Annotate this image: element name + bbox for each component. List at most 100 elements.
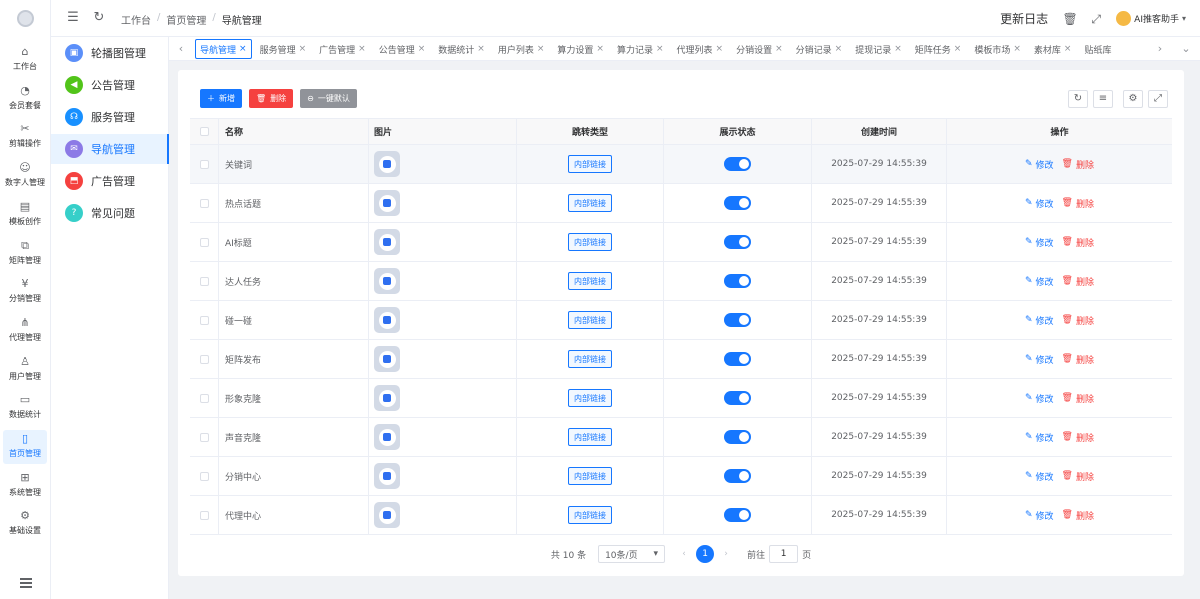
delete-button[interactable]: 🗑 删除 bbox=[1062, 314, 1094, 327]
density-icon[interactable]: ≡ bbox=[1093, 90, 1113, 108]
tab[interactable]: 分销记录 × bbox=[791, 39, 848, 59]
sidebar-item[interactable]: ⚙ 基础设置 bbox=[3, 507, 47, 541]
display-toggle[interactable] bbox=[724, 352, 751, 366]
close-icon[interactable]: × bbox=[477, 44, 485, 54]
select-all-checkbox[interactable] bbox=[199, 127, 209, 136]
tab[interactable]: 提现记录 × bbox=[850, 39, 907, 59]
edit-button[interactable]: ✎ 修改 bbox=[1025, 197, 1054, 210]
tab[interactable]: 素材库 × bbox=[1029, 39, 1077, 59]
row-checkbox[interactable] bbox=[199, 276, 209, 286]
edit-button[interactable]: ✎ 修改 bbox=[1025, 275, 1054, 288]
tab-scroll-right-icon[interactable]: › bbox=[1150, 37, 1170, 61]
tab[interactable]: 分销设置 × bbox=[731, 39, 788, 59]
display-toggle[interactable] bbox=[724, 508, 751, 522]
page-number[interactable]: 1 bbox=[696, 545, 715, 563]
refresh-icon[interactable]: ↻ bbox=[1068, 90, 1088, 108]
tab[interactable]: 公告管理 × bbox=[374, 39, 431, 59]
sidebar-item[interactable]: ▯ 首页管理 bbox=[3, 430, 47, 464]
batch-delete-button[interactable]: 🗑 删除 bbox=[249, 89, 294, 108]
submenu-item[interactable]: ? 常见问题 bbox=[51, 198, 169, 228]
sidebar-item[interactable]: ▤ 模板创作 bbox=[3, 198, 47, 232]
edit-button[interactable]: ✎ 修改 bbox=[1025, 392, 1054, 405]
page-size-select[interactable]: 10条/页 ▾ bbox=[598, 545, 666, 563]
goto-page-input[interactable]: 1 bbox=[769, 545, 799, 563]
delete-button[interactable]: 🗑 删除 bbox=[1062, 197, 1094, 210]
close-icon[interactable]: × bbox=[954, 44, 962, 54]
one-click-default-button[interactable]: ⊖ 一键默认 bbox=[300, 89, 357, 108]
edit-button[interactable]: ✎ 修改 bbox=[1025, 158, 1054, 171]
delete-button[interactable]: 🗑 删除 bbox=[1062, 236, 1094, 249]
close-icon[interactable]: × bbox=[1064, 44, 1072, 54]
submenu-item[interactable]: ✉ 导航管理 bbox=[51, 134, 169, 164]
tab[interactable]: 服务管理 × bbox=[255, 39, 312, 59]
refresh-icon[interactable]: ↻ bbox=[92, 11, 106, 25]
sidebar-item[interactable]: ⊞ 系统管理 bbox=[3, 469, 47, 503]
prev-page-icon[interactable]: ‹ bbox=[677, 549, 691, 559]
edit-button[interactable]: ✎ 修改 bbox=[1025, 314, 1054, 327]
edit-button[interactable]: ✎ 修改 bbox=[1025, 431, 1054, 444]
row-checkbox[interactable] bbox=[199, 354, 209, 364]
display-toggle[interactable] bbox=[724, 430, 751, 444]
user-menu[interactable]: AI推客助手 ▾ bbox=[1116, 11, 1186, 26]
close-icon[interactable]: × bbox=[418, 44, 426, 54]
display-toggle[interactable] bbox=[724, 274, 751, 288]
edit-button[interactable]: ✎ 修改 bbox=[1025, 236, 1054, 249]
display-toggle[interactable] bbox=[724, 469, 751, 483]
close-icon[interactable]: × bbox=[656, 44, 664, 54]
next-page-icon[interactable]: › bbox=[719, 549, 733, 559]
close-icon[interactable]: × bbox=[894, 44, 902, 54]
tab-scroll-left-icon[interactable]: ‹ bbox=[171, 37, 191, 61]
menu-fold-icon[interactable]: ☰ bbox=[66, 11, 80, 25]
submenu-item[interactable]: ▣ 轮播图管理 bbox=[51, 38, 169, 68]
tab[interactable]: 用户列表 × bbox=[493, 39, 550, 59]
delete-button[interactable]: 🗑 删除 bbox=[1062, 470, 1094, 483]
tab[interactable]: 算力记录 × bbox=[612, 39, 669, 59]
sidebar-item[interactable]: ☺ 数字人管理 bbox=[3, 159, 47, 193]
display-toggle[interactable] bbox=[724, 157, 751, 171]
update-log-link[interactable]: 更新日志 bbox=[1000, 10, 1048, 27]
settings-icon[interactable]: ⚙ bbox=[1123, 90, 1143, 108]
row-checkbox[interactable] bbox=[199, 198, 209, 208]
close-icon[interactable]: × bbox=[835, 44, 843, 54]
sidebar-item[interactable]: ♙ 用户管理 bbox=[3, 353, 47, 387]
display-toggle[interactable] bbox=[724, 235, 751, 249]
display-toggle[interactable] bbox=[724, 391, 751, 405]
tab[interactable]: 广告管理 × bbox=[314, 39, 371, 59]
close-icon[interactable]: × bbox=[299, 44, 307, 54]
sidebar-item[interactable]: ¥ 分销管理 bbox=[3, 275, 47, 309]
sidebar-item[interactable]: ⋔ 代理管理 bbox=[3, 314, 47, 348]
tab[interactable]: 贴纸库 bbox=[1079, 39, 1116, 59]
edit-button[interactable]: ✎ 修改 bbox=[1025, 509, 1054, 522]
submenu-item[interactable]: ☊ 服务管理 bbox=[51, 102, 169, 132]
tab[interactable]: 导航管理 × bbox=[195, 39, 252, 59]
row-checkbox[interactable] bbox=[199, 510, 209, 520]
collapse-menu-icon[interactable] bbox=[20, 578, 32, 588]
close-icon[interactable]: × bbox=[358, 44, 366, 54]
fullscreen-icon[interactable]: ⤢ bbox=[1088, 11, 1104, 27]
edit-button[interactable]: ✎ 修改 bbox=[1025, 470, 1054, 483]
delete-button[interactable]: 🗑 删除 bbox=[1062, 509, 1094, 522]
row-checkbox[interactable] bbox=[199, 471, 209, 481]
delete-button[interactable]: 🗑 删除 bbox=[1062, 431, 1094, 444]
row-checkbox[interactable] bbox=[199, 432, 209, 442]
sidebar-item[interactable]: ▭ 数据统计 bbox=[3, 391, 47, 425]
row-checkbox[interactable] bbox=[199, 159, 209, 169]
delete-button[interactable]: 🗑 删除 bbox=[1062, 158, 1094, 171]
close-icon[interactable]: × bbox=[596, 44, 604, 54]
row-checkbox[interactable] bbox=[199, 237, 209, 247]
sidebar-item[interactable]: ⧉ 矩阵管理 bbox=[3, 237, 47, 271]
edit-button[interactable]: ✎ 修改 bbox=[1025, 353, 1054, 366]
delete-button[interactable]: 🗑 删除 bbox=[1062, 392, 1094, 405]
tab-more-icon[interactable]: ⌄ bbox=[1176, 37, 1196, 61]
delete-button[interactable]: 🗑 删除 bbox=[1062, 275, 1094, 288]
close-icon[interactable]: × bbox=[716, 44, 724, 54]
row-checkbox[interactable] bbox=[199, 315, 209, 325]
close-icon[interactable]: × bbox=[239, 44, 247, 54]
tab[interactable]: 模板市场 × bbox=[969, 39, 1026, 59]
close-icon[interactable]: × bbox=[775, 44, 783, 54]
close-icon[interactable]: × bbox=[1013, 44, 1021, 54]
display-toggle[interactable] bbox=[724, 313, 751, 327]
tab[interactable]: 数据统计 × bbox=[433, 39, 490, 59]
breadcrumb-item[interactable]: 首页管理 bbox=[166, 12, 206, 27]
trash-icon[interactable]: 🗑 bbox=[1062, 11, 1078, 27]
